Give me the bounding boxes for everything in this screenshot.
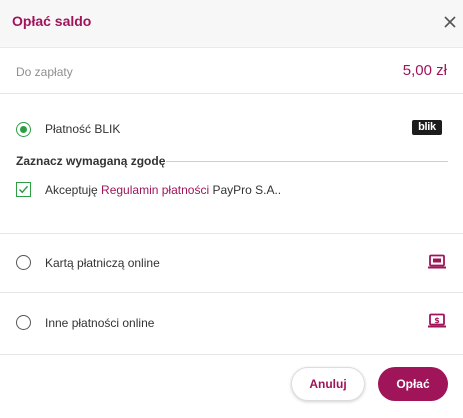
laptop-card-icon bbox=[427, 254, 447, 270]
checkmark-icon bbox=[18, 185, 29, 194]
radio-blik[interactable] bbox=[16, 122, 31, 137]
laptop-dollar-icon: $ bbox=[427, 313, 447, 329]
amount-row: Do zapłaty 5,00 zł bbox=[0, 48, 463, 94]
divider bbox=[0, 233, 463, 234]
consent-checkbox[interactable] bbox=[16, 182, 31, 197]
option-label-card[interactable]: Kartą płatniczą online bbox=[45, 256, 160, 270]
consent-divider bbox=[166, 161, 448, 162]
cancel-button[interactable]: Anuluj bbox=[291, 367, 365, 401]
blik-logo: blik bbox=[412, 120, 442, 135]
close-icon[interactable] bbox=[440, 12, 460, 32]
divider bbox=[0, 292, 463, 293]
dialog-title: Opłać saldo bbox=[12, 13, 92, 29]
footer-divider bbox=[0, 354, 463, 355]
consent-text-after: PayPro S.A.. bbox=[209, 183, 282, 197]
option-label-blik[interactable]: Płatność BLIK bbox=[45, 122, 120, 136]
option-label-other[interactable]: Inne płatności online bbox=[45, 316, 154, 330]
pay-button[interactable]: Opłać bbox=[378, 367, 448, 401]
consent-text: Akceptuję Regulamin płatności PayPro S.A… bbox=[45, 183, 281, 197]
consent-text-before: Akceptuję bbox=[45, 183, 102, 197]
consent-title: Zaznacz wymaganą zgodę bbox=[16, 154, 166, 168]
dialog-header: Opłać saldo bbox=[0, 0, 463, 48]
radio-card[interactable] bbox=[16, 255, 31, 270]
amount-value: 5,00 zł bbox=[402, 62, 447, 79]
amount-label: Do zapłaty bbox=[16, 65, 73, 79]
svg-text:$: $ bbox=[434, 316, 440, 325]
terms-link[interactable]: Regulamin płatności bbox=[101, 183, 209, 197]
radio-other[interactable] bbox=[16, 315, 31, 330]
